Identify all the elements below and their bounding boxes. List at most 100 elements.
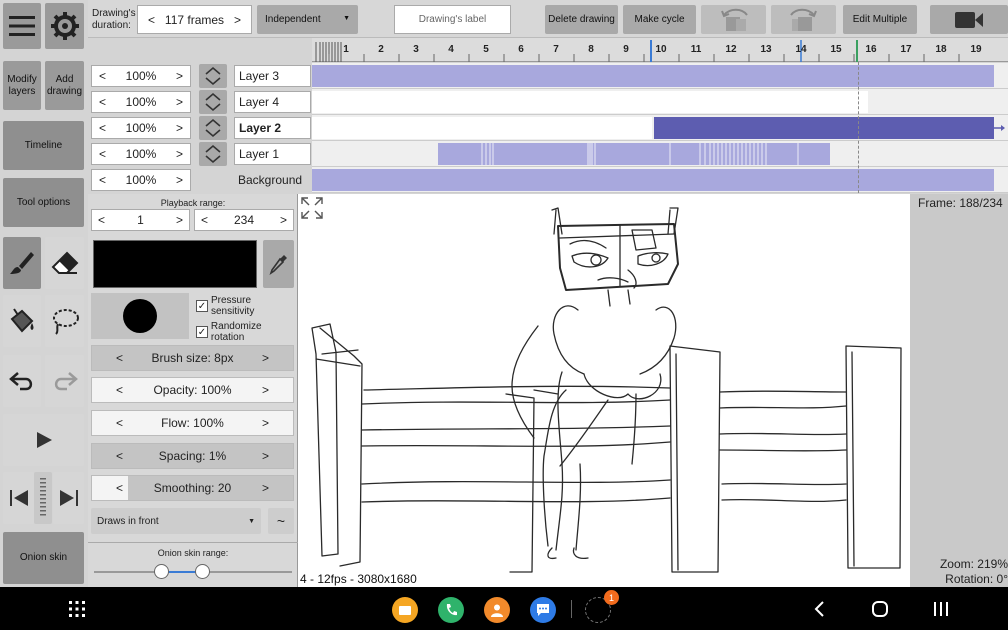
layer-reorder-button[interactable]: [199, 116, 227, 140]
layer-row-background[interactable]: <100% > Background: [88, 167, 1008, 193]
make-cycle-button[interactable]: Make cycle: [623, 5, 696, 34]
lasso-tool-button[interactable]: [45, 295, 84, 347]
slider-decrease[interactable]: <: [116, 481, 123, 495]
onion-skin-button[interactable]: Onion skin: [3, 532, 84, 584]
duration-decrease[interactable]: <: [148, 13, 155, 27]
brush-preview-button[interactable]: [91, 293, 189, 339]
edit-multiple-button[interactable]: Edit Multiple: [843, 5, 917, 34]
next-frame-button[interactable]: [53, 472, 84, 524]
rotate-left-button[interactable]: [701, 5, 766, 34]
pressure-sensitivity-toggle[interactable]: ✓ Pressure sensitivity: [196, 295, 297, 317]
range-start-stepper[interactable]: <1 >: [91, 209, 190, 231]
timeline-button[interactable]: Timeline: [3, 121, 84, 170]
layer-drawing-bar[interactable]: [312, 65, 994, 87]
frame-scrub-handle[interactable]: [34, 472, 52, 524]
slider-increase[interactable]: >: [262, 481, 269, 495]
rotate-right-button[interactable]: [771, 5, 836, 34]
stroke-style-button[interactable]: ~: [268, 508, 294, 534]
layer-track[interactable]: [312, 141, 1008, 167]
opacity-increase[interactable]: >: [176, 173, 183, 187]
add-drawing-button[interactable]: Add drawing: [45, 61, 84, 110]
slider-increase[interactable]: >: [262, 383, 269, 397]
range-end-stepper[interactable]: <234 >: [194, 209, 294, 231]
settings-button[interactable]: [45, 3, 84, 49]
opacity-decrease[interactable]: <: [99, 121, 106, 135]
drawing-canvas[interactable]: 4 - 12fps - 3080x1680: [298, 194, 910, 587]
layer-name[interactable]: Layer 4: [234, 91, 311, 113]
layer-name[interactable]: Layer 2: [234, 117, 311, 139]
layer-opacity-stepper[interactable]: <100% >: [91, 91, 191, 113]
mode-select[interactable]: Independent ▼: [257, 5, 358, 34]
onion-range-min-handle[interactable]: [154, 564, 169, 579]
fill-tool-button[interactable]: [3, 295, 41, 347]
layer-row[interactable]: <100% > Layer 4: [88, 89, 1008, 115]
messages-app-icon[interactable]: [530, 597, 556, 623]
layer-name[interactable]: Background: [238, 173, 302, 187]
layer-track[interactable]: [312, 63, 1008, 89]
layer-drawing-bar-selected[interactable]: [654, 117, 994, 139]
layer-reorder-button[interactable]: [199, 64, 227, 88]
layer-name[interactable]: Layer 3: [234, 65, 311, 87]
layer-track[interactable]: [312, 115, 1008, 141]
modify-layers-button[interactable]: Modify layers: [3, 61, 41, 110]
slider-increase[interactable]: >: [262, 351, 269, 365]
range-end-increase[interactable]: >: [280, 213, 287, 227]
layer-drawing-bar[interactable]: [312, 169, 994, 191]
range-start-decrease[interactable]: <: [98, 213, 105, 227]
back-icon[interactable]: [812, 600, 826, 618]
duration-increase[interactable]: >: [234, 13, 241, 27]
folder-app-icon[interactable]: [392, 597, 418, 623]
layer-track[interactable]: [312, 167, 1008, 193]
opacity-increase[interactable]: >: [176, 147, 183, 161]
slider-increase[interactable]: >: [262, 416, 269, 430]
opacity-increase[interactable]: >: [176, 121, 183, 135]
menu-button[interactable]: [3, 3, 41, 49]
smoothing-slider[interactable]: < Smoothing: 20 >: [91, 475, 294, 501]
layer-track[interactable]: [312, 89, 1008, 115]
extend-arrow-icon[interactable]: [994, 123, 1006, 133]
home-icon[interactable]: [870, 599, 890, 619]
layer-opacity-stepper[interactable]: <100% >: [91, 117, 191, 139]
frame-ruler[interactable]: 1 2 3 4 5 6 7 8 9 10 11 12 13 14 15 16 17 18 19: [312, 38, 1008, 62]
layer-row[interactable]: <100% > Layer 1: [88, 141, 1008, 167]
opacity-decrease[interactable]: <: [99, 173, 106, 187]
layer-row[interactable]: <100% > Layer 3: [88, 63, 1008, 89]
recents-icon[interactable]: [932, 600, 950, 618]
redo-button[interactable]: [45, 355, 84, 407]
checkbox-checked-icon[interactable]: ✓: [196, 326, 208, 338]
range-end-decrease[interactable]: <: [201, 213, 208, 227]
opacity-decrease[interactable]: <: [99, 95, 106, 109]
slider-decrease[interactable]: <: [116, 416, 123, 430]
phone-app-icon[interactable]: [438, 597, 464, 623]
slider-decrease[interactable]: <: [116, 449, 123, 463]
opacity-decrease[interactable]: <: [99, 69, 106, 83]
tool-options-button[interactable]: Tool options: [3, 178, 84, 227]
slider-increase[interactable]: >: [262, 449, 269, 463]
layer-name[interactable]: Layer 1: [234, 143, 311, 165]
randomize-rotation-toggle[interactable]: ✓ Randomize rotation: [196, 321, 297, 343]
flow-slider[interactable]: < Flow: 100% >: [91, 410, 294, 436]
opacity-increase[interactable]: >: [176, 95, 183, 109]
eyedropper-button[interactable]: [263, 240, 294, 288]
contacts-app-icon[interactable]: [484, 597, 510, 623]
brush-tool-button[interactable]: [3, 237, 41, 289]
layer-row-selected[interactable]: <100% > Layer 2: [88, 115, 1008, 141]
drawing-label-input[interactable]: Drawing's label: [394, 5, 511, 34]
prev-frame-button[interactable]: [3, 472, 34, 524]
layer-drawing-bar[interactable]: [312, 91, 868, 113]
record-button[interactable]: [930, 5, 1008, 34]
layer-opacity-stepper[interactable]: <100% >: [91, 169, 191, 191]
layer-reorder-button[interactable]: [199, 142, 227, 166]
brush-size-slider[interactable]: < Brush size: 8px >: [91, 345, 294, 371]
spacing-slider[interactable]: < Spacing: 1% >: [91, 443, 294, 469]
undo-button[interactable]: [3, 355, 41, 407]
color-swatch[interactable]: [93, 240, 257, 288]
opacity-slider[interactable]: < Opacity: 100% >: [91, 377, 294, 403]
duration-stepper[interactable]: < 117 frames >: [137, 5, 252, 34]
checkbox-checked-icon[interactable]: ✓: [196, 300, 208, 312]
delete-drawing-button[interactable]: Delete drawing: [545, 5, 618, 34]
slider-decrease[interactable]: <: [116, 351, 123, 365]
layer-reorder-button[interactable]: [199, 90, 227, 114]
range-start-increase[interactable]: >: [176, 213, 183, 227]
layer-opacity-stepper[interactable]: <100% >: [91, 65, 191, 87]
